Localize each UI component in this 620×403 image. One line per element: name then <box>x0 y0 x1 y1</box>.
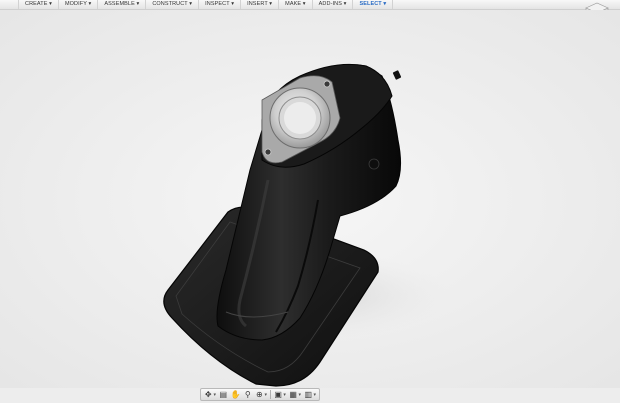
model-viewport[interactable] <box>0 10 620 388</box>
chevron-down-icon[interactable]: ▾ <box>298 392 301 398</box>
side-button[interactable] <box>368 158 380 170</box>
divider <box>270 390 271 399</box>
look-at-icon[interactable]: ▤ <box>219 390 228 399</box>
zoom-icon[interactable]: ⚲ <box>244 390 253 399</box>
navigation-bar: ✥ ▾ ▤ ✋ ⚲ ⊕ ▾ ▣ ▾ ▦ ▾ ▥ ▾ <box>200 388 320 401</box>
menu-create[interactable]: CREATE ▾ <box>18 0 59 9</box>
menu-insert[interactable]: INSERT ▾ <box>241 0 280 9</box>
menu-modify[interactable]: MODIFY ▾ <box>59 0 99 9</box>
menu-inspect[interactable]: INSPECT ▾ <box>199 0 242 9</box>
screw-top-icon <box>323 80 331 88</box>
chevron-down-icon[interactable]: ▾ <box>283 392 286 398</box>
display-settings-icon[interactable]: ▣ <box>274 390 283 399</box>
orbit-icon[interactable]: ✥ <box>204 390 213 399</box>
main-toolbar: CREATE ▾ MODIFY ▾ ASSEMBLE ▾ CONSTRUCT ▾… <box>0 0 620 10</box>
grid-settings-icon[interactable]: ▦ <box>289 390 298 399</box>
chevron-down-icon[interactable]: ▾ <box>313 392 316 398</box>
menu-make[interactable]: MAKE ▾ <box>279 0 313 9</box>
hat-switch-center <box>284 102 316 134</box>
chevron-down-icon[interactable]: ▾ <box>214 392 217 398</box>
menu-select[interactable]: SELECT ▾ <box>353 0 394 9</box>
menu-add-ins[interactable]: ADD-INS ▾ <box>313 0 354 9</box>
chevron-down-icon[interactable]: ▾ <box>265 392 268 398</box>
fit-icon[interactable]: ⊕ <box>255 390 264 399</box>
menu-construct[interactable]: CONSTRUCT ▾ <box>146 0 200 9</box>
viewport-icon[interactable]: ▥ <box>304 390 313 399</box>
screw-bottom-icon <box>264 148 272 156</box>
pan-icon[interactable]: ✋ <box>231 390 241 399</box>
menu-assemble[interactable]: ASSEMBLE ▾ <box>98 0 147 9</box>
